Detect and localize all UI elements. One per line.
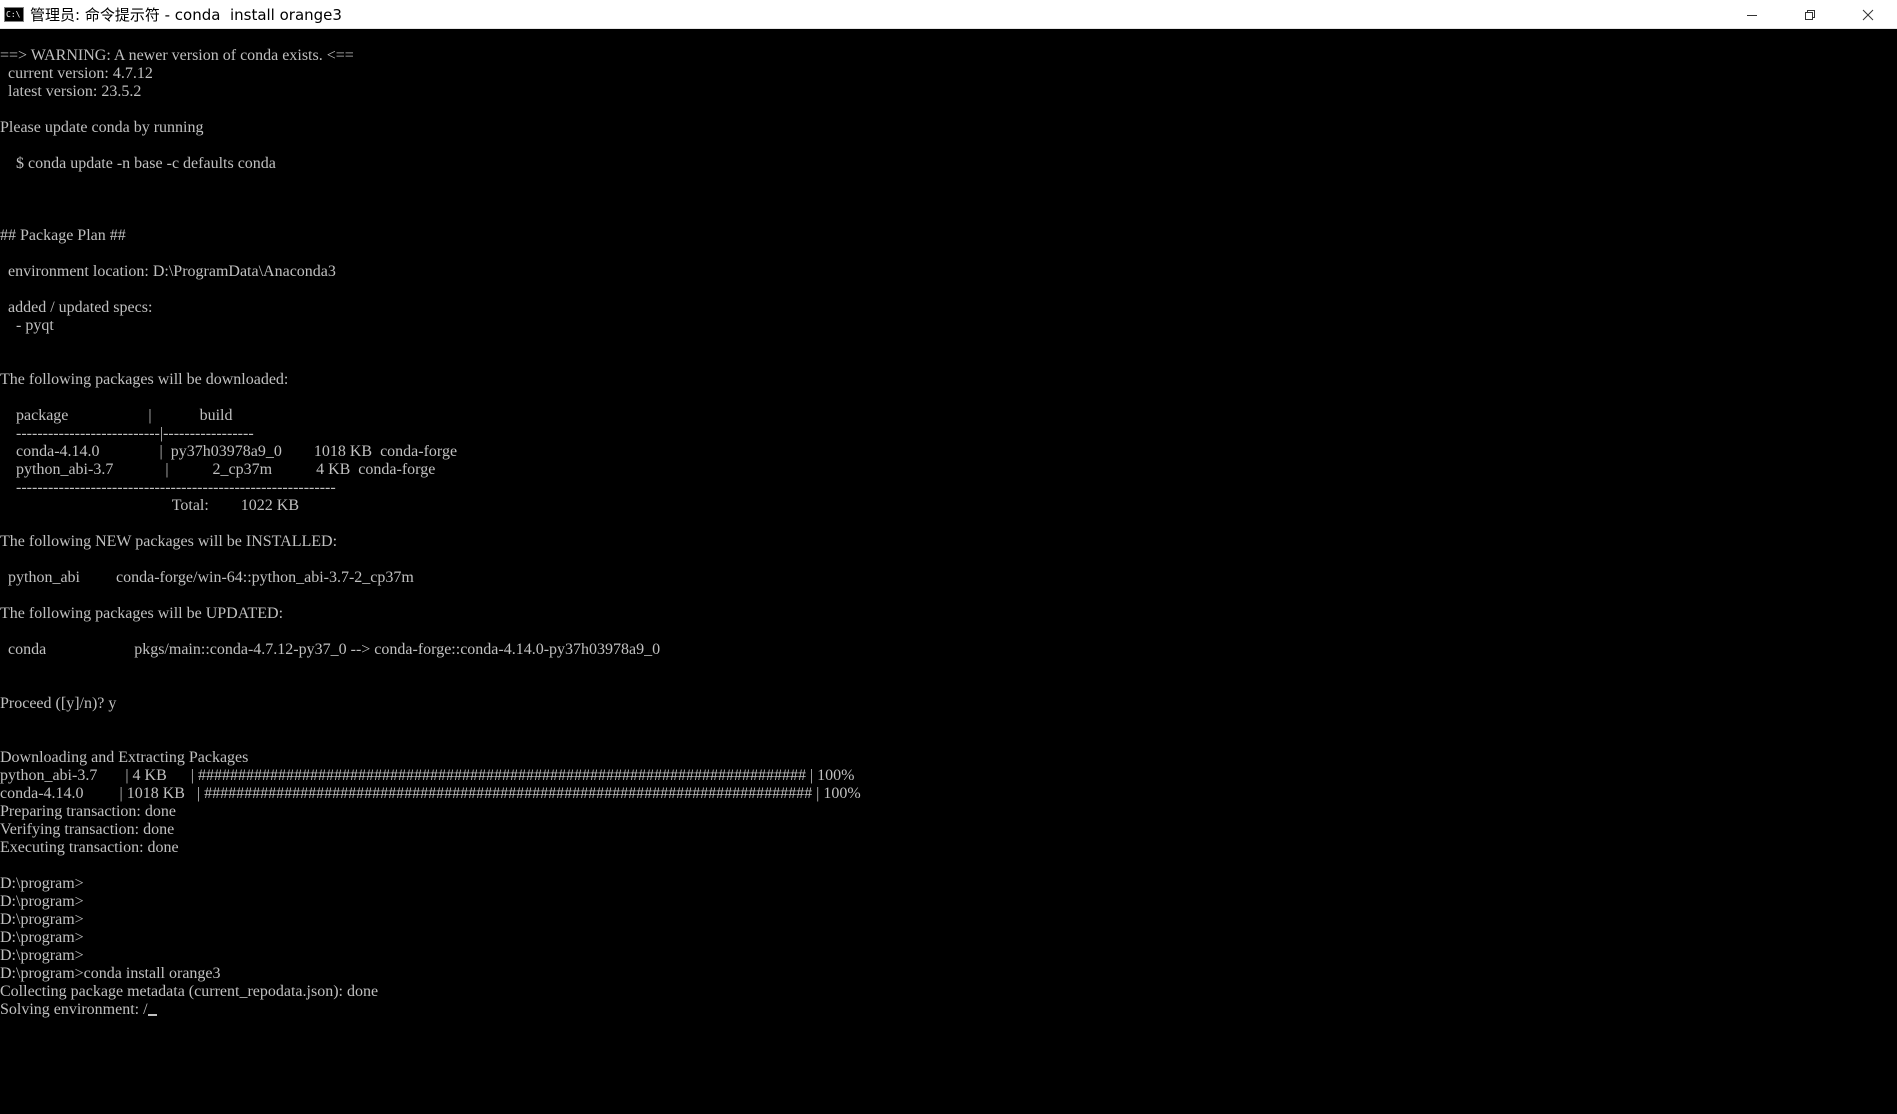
console-line: package | build <box>0 407 233 424</box>
console-line: conda-4.14.0 | 1018 KB | ###############… <box>0 785 861 802</box>
console-line: conda-4.14.0 | py37h03978a9_0 1018 KB co… <box>0 443 458 460</box>
console-line: Proceed ([y]/n)? y <box>0 695 117 712</box>
console-line: The following packages will be UPDATED: <box>0 605 284 622</box>
maximize-button[interactable] <box>1781 0 1839 29</box>
console-line: The following NEW packages will be INSTA… <box>0 533 338 550</box>
console-line: D:\program> <box>0 947 84 964</box>
console-line: python_abi-3.7 | 4 KB | ################… <box>0 767 855 784</box>
minimize-button[interactable] <box>1723 0 1781 29</box>
console-line: python_abi-3.7 | 2_cp37m 4 KB conda-forg… <box>0 461 436 478</box>
console-line: D:\program> <box>0 911 84 928</box>
console-line: Downloading and Extracting Packages <box>0 749 249 766</box>
close-icon <box>1862 9 1874 20</box>
console-line: Preparing transaction: done <box>0 803 176 820</box>
console-line: Please update conda by running <box>0 119 204 136</box>
console-line: ## Package Plan ## <box>0 227 126 244</box>
window-controls <box>1723 0 1897 29</box>
console-line: The following packages will be downloade… <box>0 371 289 388</box>
console-line: python_abi conda-forge/win-64::python_ab… <box>0 569 414 586</box>
console-line: D:\program> <box>0 875 84 892</box>
console-line: Total: 1022 KB <box>0 497 300 514</box>
cmd-app-icon[interactable]: C:\ <box>4 6 24 22</box>
console-line: current version: 4.7.12 <box>0 65 153 82</box>
minimize-icon <box>1747 14 1757 16</box>
text-cursor <box>147 1014 157 1016</box>
console-line: ----------------------------------------… <box>0 479 336 496</box>
console-line: ---------------------------|------------… <box>0 425 254 442</box>
console-line: $ conda update -n base -c defaults conda <box>0 155 276 172</box>
console-line: Verifying transaction: done <box>0 821 175 838</box>
console-line: - pyqt <box>0 317 54 334</box>
console-line: Solving environment: / <box>0 1001 1897 1019</box>
console-line: Collecting package metadata (current_rep… <box>0 983 379 1000</box>
console-line: D:\program> <box>0 929 84 946</box>
console-line: conda pkgs/main::conda-4.7.12-py37_0 -->… <box>0 641 661 658</box>
console-line: D:\program> <box>0 893 84 910</box>
close-button[interactable] <box>1839 0 1897 29</box>
console-line: latest version: 23.5.2 <box>0 83 142 100</box>
console-line: ==> WARNING: A newer version of conda ex… <box>0 47 354 64</box>
restore-icon <box>1805 9 1815 20</box>
title-bar[interactable]: C:\ 管理员: 命令提示符 - conda install orange3 <box>0 0 1897 29</box>
console-line: D:\program>conda install orange3 <box>0 965 221 982</box>
console-line: environment location: D:\ProgramData\Ana… <box>0 263 336 280</box>
command-prompt-window: C:\ 管理员: 命令提示符 - conda install orange3 =… <box>0 0 1897 1114</box>
console-line: added / updated specs: <box>0 299 153 316</box>
console-output[interactable]: ==> WARNING: A newer version of conda ex… <box>0 29 1897 1114</box>
window-title: 管理员: 命令提示符 - conda install orange3 <box>30 5 342 24</box>
console-line: Executing transaction: done <box>0 839 179 856</box>
